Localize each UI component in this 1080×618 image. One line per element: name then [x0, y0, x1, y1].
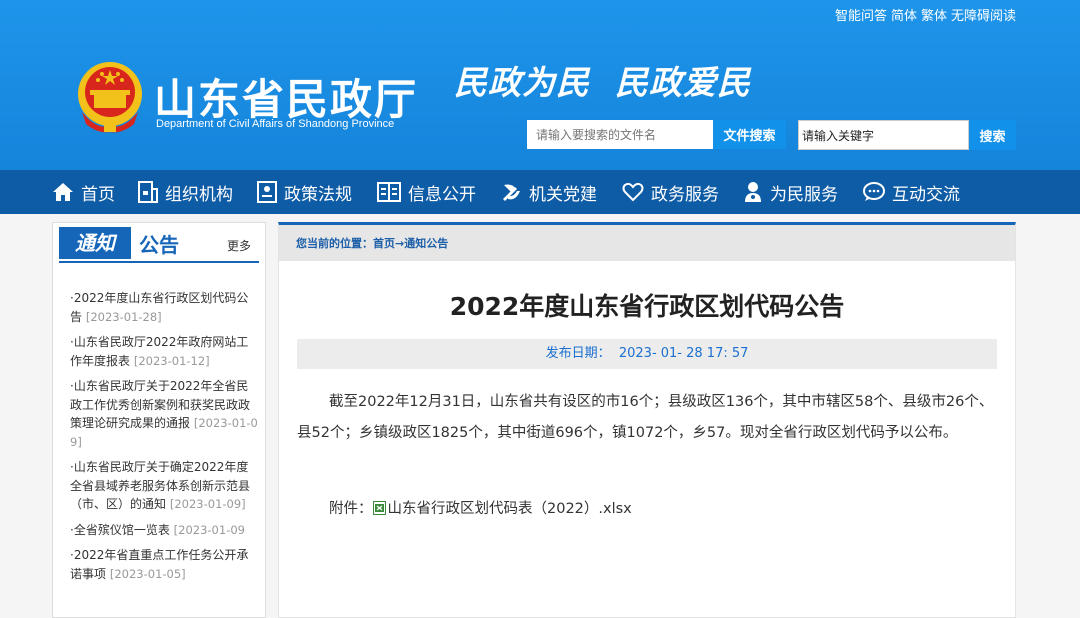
- notice-badge: 通知: [59, 227, 131, 259]
- nav-item-policy[interactable]: 政策法规: [257, 170, 352, 214]
- attachment-link[interactable]: 山东省行政区划代码表（2022）.xlsx: [388, 497, 632, 518]
- sidebar-title: 公告: [139, 233, 179, 257]
- more-link[interactable]: 更多: [227, 237, 251, 254]
- org-icon: [138, 181, 158, 203]
- keyword-search-input[interactable]: [798, 120, 969, 150]
- top-link-traditional[interactable]: 繁体: [921, 5, 947, 24]
- national-emblem-icon: [78, 62, 142, 133]
- list-item[interactable]: ·全省殡仪馆一览表 [2023-01-09: [70, 521, 260, 540]
- person-icon: [745, 182, 761, 202]
- heart-icon: [622, 182, 644, 202]
- article-body: 截至2022年12月31日，山东省共有设区的市16个；县级政区136个，其中市辖…: [297, 394, 994, 441]
- nav-label: 为民服务: [770, 184, 838, 205]
- list-item[interactable]: ·山东省民政厅2022年政府网站工作年度报表 [2023-01-12]: [70, 333, 260, 370]
- nav-item-home[interactable]: 首页: [52, 170, 115, 214]
- nav-item-party[interactable]: 机关党建: [500, 170, 597, 214]
- list-item[interactable]: ·山东省民政厅关于确定2022年度全省县域养老服务体系创新示范县（市、区）的通知…: [70, 458, 260, 514]
- nav-item-interact[interactable]: 互动交流: [863, 170, 960, 214]
- attachment-label: 附件：: [329, 501, 373, 517]
- file-search-button[interactable]: 文件搜索: [713, 120, 786, 149]
- top-link-accessibility[interactable]: 无障碍阅读: [951, 5, 1016, 24]
- nav-item-service[interactable]: 政务服务: [622, 170, 719, 214]
- list-item-date: [2023-01-12]: [133, 353, 210, 368]
- top-link-simplified[interactable]: 简体: [891, 5, 917, 24]
- chat-icon: [863, 182, 885, 201]
- breadcrumb-bar: 您当前的位置：首页→通知公告: [279, 225, 1015, 261]
- list-item-date: [2023-01-05]: [109, 566, 186, 581]
- nav-item-info[interactable]: 信息公开: [377, 170, 476, 214]
- nav-label: 组织机构: [165, 184, 233, 205]
- policy-icon: [257, 181, 277, 203]
- top-links: 智能问答 简体 繁体 无障碍阅读: [835, 5, 1016, 24]
- notice-sidebar: 通知 公告 更多 ·2022年度山东省行政区划代码公告 [2023-01-28]…: [52, 222, 266, 618]
- notice-list: ·2022年度山东省行政区划代码公告 [2023-01-28] ·山东省民政厅2…: [70, 289, 260, 590]
- list-item[interactable]: ·2022年省直重点工作任务公开承诺事项 [2023-01-05]: [70, 546, 260, 583]
- party-icon: [503, 184, 520, 201]
- main-nav: 首页 组织机构 政策法规 信息公开 机关党建 政务服务 为民服务 互动交流: [0, 170, 1080, 214]
- breadcrumb[interactable]: 您当前的位置：首页→通知公告: [296, 235, 448, 251]
- article-panel: 您当前的位置：首页→通知公告 2022年度山东省行政区划代码公告 发布日期： 2…: [278, 222, 1016, 618]
- nav-label: 机关党建: [529, 184, 597, 205]
- home-icon: [53, 183, 73, 201]
- top-link-qa[interactable]: 智能问答: [835, 5, 887, 24]
- list-item[interactable]: ·山东省民政厅关于2022年全省民政工作优秀创新案例和获奖民政政策理论研究成果的…: [70, 377, 260, 451]
- file-search-input[interactable]: [527, 120, 713, 149]
- nav-label: 政务服务: [651, 184, 719, 205]
- slogan: 民政为民 民政爱民: [454, 63, 751, 102]
- nav-label: 信息公开: [408, 184, 476, 205]
- list-item-date: [2023-01-09]: [169, 497, 246, 511]
- nav-item-org[interactable]: 组织机构: [138, 170, 233, 214]
- list-item-date: [2023-01-28]: [85, 309, 162, 324]
- article-title: 2022年度山东省行政区划代码公告: [449, 292, 845, 321]
- publish-date: 发布日期： 2023- 01- 28 17: 57: [297, 339, 997, 369]
- excel-file-icon: [372, 500, 386, 515]
- sidebar-header: 通知 公告 更多: [59, 227, 259, 263]
- site-header: 智能问答 简体 繁体 无障碍阅读 山东省民政厅 Department of Ci…: [0, 0, 1080, 170]
- nav-item-people[interactable]: 为民服务: [743, 170, 838, 214]
- nav-label: 首页: [81, 184, 115, 205]
- book-icon: [377, 182, 401, 202]
- list-item-title: ·全省殡仪馆一览表: [70, 522, 170, 537]
- attachment: 附件： 山东省行政区划代码表（2022）.xlsx: [329, 497, 632, 518]
- nav-label: 互动交流: [892, 184, 960, 205]
- nav-label: 政策法规: [284, 184, 352, 205]
- site-subtitle: Department of Civil Affairs of Shandong …: [156, 118, 395, 130]
- list-item-date: [2023-01-09: [173, 522, 245, 537]
- keyword-search-button[interactable]: 搜索: [969, 120, 1016, 150]
- list-item[interactable]: ·2022年度山东省行政区划代码公告 [2023-01-28]: [70, 289, 260, 326]
